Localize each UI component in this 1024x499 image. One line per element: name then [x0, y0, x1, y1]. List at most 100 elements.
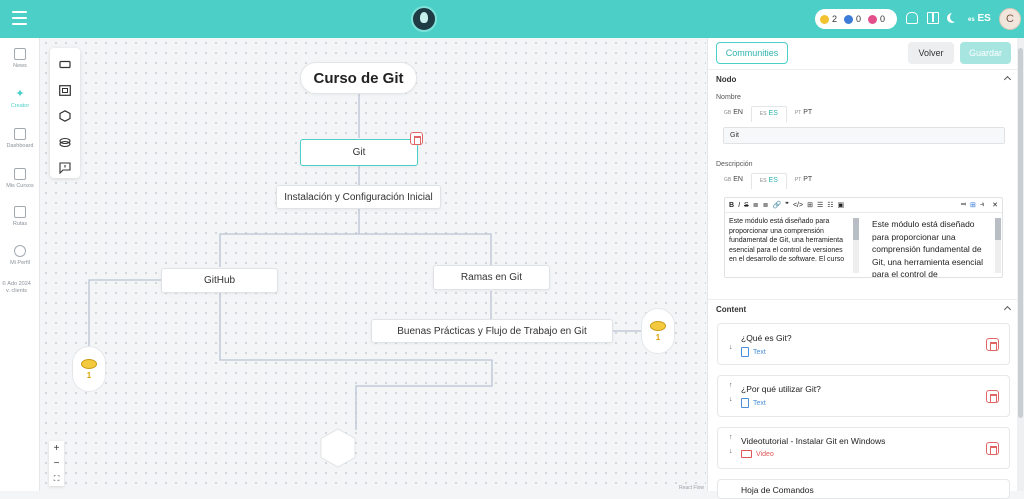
message-node-icon[interactable]: [59, 161, 71, 175]
preview-scrollbar[interactable]: [995, 218, 1001, 273]
communities-button[interactable]: Communities: [716, 42, 788, 64]
descripcion-label: Descripción: [716, 161, 753, 168]
flow-canvas[interactable]: Curso de Git Git Instalación y Configura…: [41, 38, 706, 491]
sidebar-item-mi-perfil[interactable]: Mi Perfil: [0, 245, 40, 266]
nombre-input[interactable]: Git: [723, 127, 1005, 144]
italic-button[interactable]: I: [738, 202, 740, 209]
coins-node-icon[interactable]: [59, 135, 71, 148]
section-title: Content: [716, 305, 747, 314]
sidebar-item-creator[interactable]: ✦ Creator: [0, 88, 40, 109]
move-down-icon[interactable]: ↓: [729, 396, 733, 403]
sidebar-item-label: Mi Perfil: [10, 260, 30, 266]
tab-label: ES: [768, 110, 778, 117]
node-github[interactable]: GitHub: [161, 268, 278, 293]
description-editor: B I S ≣ ≣ 🔗 ❞ </> ⊞ ☰ ☷ ▣ ⫤ ⊞ ⫣ ✕ Este m…: [724, 197, 1003, 278]
sidebar-item-dashboard[interactable]: Dashboard: [0, 128, 40, 149]
zoom-controls: + − ⛶: [49, 441, 64, 486]
editor-scrollbar[interactable]: [853, 218, 859, 273]
sidebar-item-news[interactable]: News: [0, 48, 40, 69]
node-ramas[interactable]: Ramas en Git: [433, 265, 550, 290]
delete-content-button[interactable]: [986, 338, 999, 351]
strikethrough-button[interactable]: S: [744, 202, 749, 209]
zoom-out-button[interactable]: −: [49, 456, 64, 471]
quote-icon[interactable]: ❞: [785, 201, 789, 209]
nodo-section-header[interactable]: Nodo: [708, 69, 1018, 87]
code-block-icon[interactable]: ⊞: [807, 201, 813, 209]
preview-only-view-icon[interactable]: ⫣: [980, 201, 984, 209]
node-instalacion[interactable]: Instalación y Configuración Inicial: [276, 185, 441, 209]
coin-node[interactable]: 1: [72, 346, 106, 392]
edge: [219, 209, 360, 267]
zoom-in-button[interactable]: +: [49, 441, 64, 456]
split-view-icon[interactable]: ⊞: [970, 201, 976, 209]
coin-value: 1: [655, 332, 661, 342]
hexagon-node-icon[interactable]: [59, 109, 71, 122]
content-item[interactable]: ↓ ¿Qué es Git? Text: [717, 323, 1010, 365]
content-item[interactable]: ↑ ↓ ¿Por qué utilizar Git? Text: [717, 375, 1010, 417]
bullet-list-icon[interactable]: ☰: [817, 201, 823, 209]
app-logo[interactable]: [411, 6, 437, 32]
tab-pt[interactable]: PT PT: [787, 106, 820, 122]
tab-label: PT: [803, 176, 813, 183]
react-flow-attribution[interactable]: React Flow: [679, 485, 704, 491]
sidebar-item-label: Rutas: [12, 221, 28, 227]
bold-button[interactable]: B: [729, 202, 734, 209]
sidebar-item-mis-cursos[interactable]: Mis Cursos: [0, 168, 40, 189]
sidebar-item-label: Creator: [10, 103, 30, 109]
move-up-icon[interactable]: ↑: [729, 434, 733, 441]
content-section-header[interactable]: Content: [708, 299, 1018, 317]
top-bar: 2 0 0 es ES C: [0, 0, 1024, 38]
node-palette: [50, 48, 80, 178]
language-selector[interactable]: es ES: [968, 13, 991, 24]
tab-es[interactable]: ES ES: [750, 173, 787, 189]
coin-node[interactable]: 1: [641, 308, 675, 354]
avatar[interactable]: C: [999, 8, 1021, 30]
move-down-icon[interactable]: ↓: [729, 448, 733, 455]
hamburger-menu-icon[interactable]: [12, 11, 27, 25]
user-icon: [14, 245, 26, 257]
tab-pt[interactable]: PT PT: [787, 173, 820, 189]
tab-en[interactable]: GB EN: [716, 173, 751, 189]
panel-scrollbar[interactable]: [1017, 38, 1024, 491]
markdown-preview: Este módulo está diseñado para proporcio…: [863, 214, 1003, 277]
editor-only-view-icon[interactable]: ⫤: [961, 201, 966, 209]
markdown-source-textarea[interactable]: Este módulo está diseñado para proporcio…: [725, 214, 861, 277]
sidebar-item-rutas[interactable]: Rutas: [0, 206, 40, 227]
edge: [88, 279, 161, 350]
section-title: Nodo: [716, 75, 737, 84]
delete-node-button[interactable]: [410, 132, 423, 145]
delete-content-button[interactable]: [986, 390, 999, 403]
image-icon[interactable]: ▣: [838, 201, 845, 209]
content-title: ¿Por qué utilizar Git?: [741, 384, 821, 394]
document-icon: [741, 347, 749, 357]
move-up-icon[interactable]: ↑: [729, 382, 733, 389]
node-buenas-practicas[interactable]: Buenas Prácticas y Flujo de Trabajo en G…: [371, 319, 613, 343]
rectangle-node-icon[interactable]: [59, 57, 71, 69]
code-icon[interactable]: </>: [793, 202, 803, 209]
heading-button[interactable]: ≣: [753, 201, 759, 209]
node-git[interactable]: Git: [300, 132, 423, 166]
content-item[interactable]: Hoja de Comandos: [717, 479, 1010, 499]
ordered-list-icon[interactable]: ☷: [827, 201, 833, 209]
tab-en[interactable]: GB EN: [716, 106, 751, 122]
book-icon[interactable]: [927, 12, 939, 24]
guardar-button[interactable]: Guardar: [960, 42, 1011, 64]
link-icon[interactable]: 🔗: [772, 201, 781, 209]
volver-button[interactable]: Volver: [908, 42, 954, 64]
content-item[interactable]: ↑ ↓ Videotutorial - Instalar Git en Wind…: [717, 427, 1010, 469]
moon-icon[interactable]: [950, 12, 960, 22]
fullscreen-icon[interactable]: ✕: [992, 201, 998, 209]
node-course-title[interactable]: Curso de Git: [300, 62, 417, 94]
hexagon-node[interactable]: [320, 428, 356, 468]
delete-content-button[interactable]: [986, 442, 999, 455]
node-editor-panel: Communities Volver Guardar Nodo Nombre G…: [707, 38, 1018, 499]
fit-view-button[interactable]: ⛶: [49, 471, 64, 486]
bell-icon[interactable]: [906, 12, 918, 24]
tab-es[interactable]: ES ES: [750, 106, 787, 122]
gem-icon: [844, 14, 854, 24]
group-node-icon[interactable]: [59, 83, 71, 96]
user-stats[interactable]: 2 0 0: [815, 9, 897, 29]
paragraph-button[interactable]: ≣: [763, 201, 769, 209]
nombre-label: Nombre: [716, 94, 741, 101]
move-down-icon[interactable]: ↓: [729, 344, 733, 351]
